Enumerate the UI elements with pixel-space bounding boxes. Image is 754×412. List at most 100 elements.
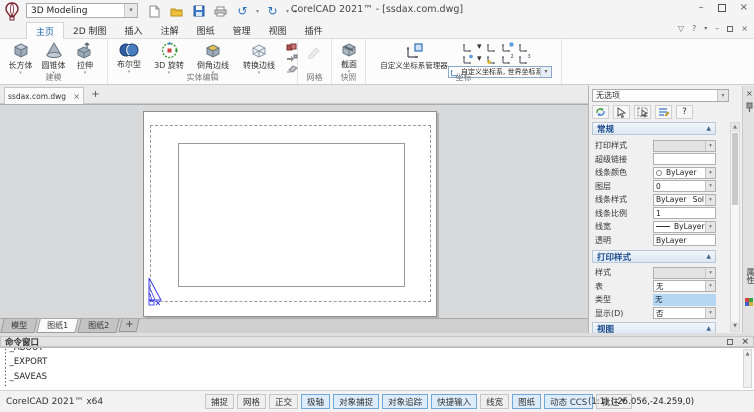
undo-icon[interactable]: ↺ (234, 3, 251, 19)
help-dropdown-icon[interactable]: ▾ (704, 25, 707, 32)
hyperlink-input[interactable] (653, 153, 716, 165)
box-button[interactable]: 长方体 ▾ (4, 40, 37, 75)
type-value-selected[interactable]: 无 (653, 294, 716, 306)
section-print-style[interactable]: 打印样式 ▲ (592, 250, 716, 263)
tab-model[interactable]: 模型 (0, 319, 37, 333)
drawing-canvas[interactable]: ˄ (0, 104, 588, 318)
ccs-axis-origin-icon[interactable] (486, 54, 497, 64)
minimize-button[interactable]: – (699, 2, 704, 13)
scroll-up-icon[interactable]: ▲ (744, 350, 751, 358)
redo-icon[interactable]: ↻ (264, 3, 281, 19)
select-cursor-icon[interactable] (613, 105, 630, 119)
redo-dropdown-icon[interactable]: ▾ (286, 8, 289, 15)
help-icon[interactable]: ? (692, 24, 696, 33)
command-window-close-icon[interactable]: × (741, 337, 749, 347)
line-scale-input[interactable]: 1 (653, 207, 716, 219)
line-style-combo[interactable]: ByLayerSol▾ (653, 194, 716, 206)
line-color-combo[interactable]: ByLayer▾ (653, 167, 716, 179)
box-select-icon[interactable] (634, 105, 651, 119)
tab-view[interactable]: 视图 (260, 22, 296, 39)
command-prompt[interactable]: : (4, 381, 754, 388)
rotate-3d-button[interactable]: 3D 旋转 ▾ (148, 40, 190, 75)
toggle-entity-track[interactable]: 对象追踪 (382, 394, 428, 409)
chevron-down-icon[interactable]: ▾ (705, 281, 715, 291)
restore-button[interactable] (718, 4, 726, 12)
display-combo[interactable]: 否▾ (653, 307, 716, 319)
mesh-tool-icon[interactable] (306, 47, 322, 61)
close-tab-icon[interactable]: × (73, 92, 80, 101)
doc-close-button[interactable]: × (741, 24, 748, 33)
save-icon[interactable] (190, 3, 207, 19)
workspace-selector[interactable]: 3D Modeling ▾ (26, 3, 138, 18)
sync-selection-icon[interactable] (592, 105, 609, 119)
tab-sheet[interactable]: 图纸 (188, 22, 224, 39)
ribbon-collapse-icon[interactable]: ▽ (678, 24, 684, 33)
chevron-down-icon[interactable]: ▾ (705, 181, 715, 191)
qat-customize-icon[interactable]: ▾ (294, 8, 297, 15)
palette-icon[interactable] (745, 298, 753, 306)
tab-home[interactable]: 主页 (26, 22, 64, 39)
transparency-input[interactable]: ByLayer (653, 234, 716, 246)
pin-icon[interactable] (746, 102, 753, 113)
collapse-icon[interactable]: ▲ (706, 125, 711, 132)
command-scrollbar[interactable]: ▲ (743, 349, 752, 388)
push-solid-icon[interactable] (286, 54, 298, 63)
quick-select-icon[interactable] (655, 105, 672, 119)
corelcad-logo-icon[interactable] (4, 2, 20, 22)
chevron-down-icon[interactable]: ▾ (705, 195, 715, 205)
tab-sheet1[interactable]: 图纸1 (36, 319, 79, 333)
toggle-grid[interactable]: 网格 (237, 394, 266, 409)
toggle-polar[interactable]: 极轴 (301, 394, 330, 409)
ccs-axis-icon[interactable] (486, 42, 497, 52)
layout-viewport[interactable] (178, 143, 405, 287)
cone-button[interactable]: 圆锥体 ▾ (37, 40, 70, 75)
toggle-dynamic-ccs[interactable]: 动态 CCS (544, 394, 593, 409)
tab-manage[interactable]: 管理 (224, 22, 260, 39)
properties-scrollbar[interactable]: ▲ ▼ (730, 122, 740, 332)
scrollbar-thumb[interactable] (732, 133, 738, 205)
layer-combo[interactable]: 0▾ (653, 180, 716, 192)
tab-insert[interactable]: 插入 (116, 22, 152, 39)
scroll-up-icon[interactable]: ▲ (731, 123, 739, 132)
collapse-icon[interactable]: ▲ (706, 253, 711, 260)
toggle-lineweight[interactable]: 线宽 (480, 394, 509, 409)
ccs-axis-icon[interactable] (518, 42, 529, 52)
chevron-down-icon[interactable]: ▾ (705, 168, 715, 178)
properties-help-button[interactable]: ? (676, 105, 693, 119)
chevron-down-icon[interactable]: ▾ (717, 90, 728, 101)
toggle-sheet[interactable]: 图纸 (512, 394, 541, 409)
solids-pair-icon[interactable] (286, 43, 298, 52)
command-history[interactable]: : _ABOUT : : _EXPORT : : _SAVEAS : (0, 347, 754, 390)
palette-side-tab[interactable]: 属性 (745, 268, 754, 284)
ccs-axis-3-icon[interactable]: 3 (518, 54, 531, 64)
table-combo[interactable]: 无▾ (653, 280, 716, 292)
doc-minimize-button[interactable]: – (715, 24, 719, 33)
chevron-down-icon[interactable]: ▾ (705, 308, 715, 318)
doc-restore-button[interactable] (727, 26, 733, 32)
boolean-button[interactable]: 布尔型 ▾ (110, 40, 148, 75)
collapse-icon[interactable]: ▲ (706, 325, 711, 332)
command-window-float-icon[interactable] (727, 339, 733, 345)
close-button[interactable]: × (740, 2, 748, 13)
chevron-down-icon[interactable]: ▾ (124, 4, 137, 17)
print-icon[interactable] (212, 3, 229, 19)
add-sheet-button[interactable]: + (119, 319, 141, 332)
selection-combo[interactable]: 无选项 ▾ (592, 89, 729, 102)
chevron-down-icon[interactable]: ▾ (705, 222, 715, 232)
palette-close-icon[interactable]: × (746, 89, 753, 98)
toggle-quick-input[interactable]: 快捷输入 (431, 394, 477, 409)
undo-dropdown-icon[interactable]: ▾ (256, 8, 259, 15)
convert-edges-button[interactable]: 转换边线 ▾ (236, 40, 282, 75)
chamfer-edges-button[interactable]: 倒角边线 ▾ (190, 40, 236, 75)
toggle-entity-snap[interactable]: 对象捕捉 (333, 394, 379, 409)
section-button[interactable]: 截面 ▾ (334, 40, 364, 74)
ccs-axis-entity-icon[interactable] (462, 54, 473, 64)
toggle-ortho[interactable]: 正交 (269, 394, 298, 409)
line-weight-combo[interactable]: ByLayer▾ (653, 221, 716, 233)
ccs-axis-icon[interactable] (462, 42, 473, 52)
tab-sheet2[interactable]: 图纸2 (77, 319, 120, 333)
ccs-axis-2-icon[interactable]: 2 (501, 54, 514, 64)
scroll-down-icon[interactable]: ▼ (731, 322, 739, 331)
toggle-snap[interactable]: 捕捉 (205, 394, 234, 409)
ccs-axis-world-icon[interactable] (501, 42, 514, 52)
